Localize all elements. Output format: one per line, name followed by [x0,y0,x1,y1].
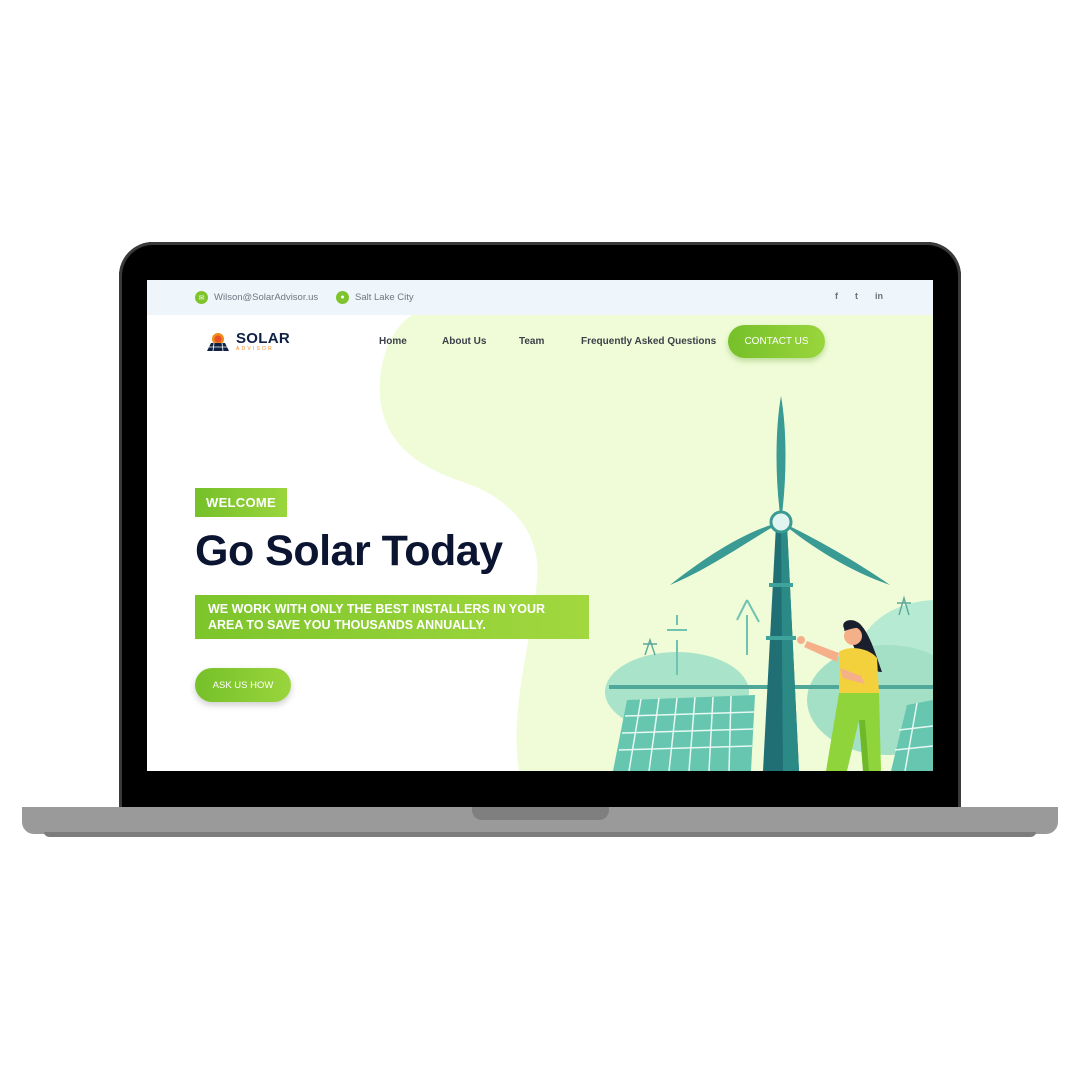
laptop-screen: ✉ Wilson@SolarAdvisor.us ● Salt Lake Cit… [147,280,933,771]
ask-us-how-button[interactable]: ASK US HOW [195,668,291,702]
hero-title: Go Solar Today [195,527,503,575]
laptop-notch [472,807,609,820]
hero-subtitle: WE WORK WITH ONLY THE BEST INSTALLERS IN… [208,602,546,632]
welcome-badge: WELCOME [195,488,287,517]
laptop-base-edge [44,832,1036,837]
hero-subtitle-banner: WE WORK WITH ONLY THE BEST INSTALLERS IN… [195,595,589,639]
